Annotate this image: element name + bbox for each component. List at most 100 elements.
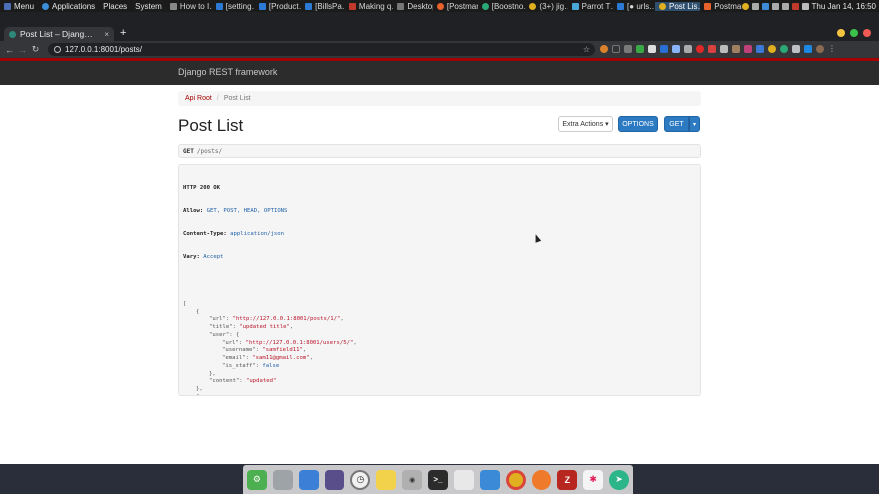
pinterest-icon[interactable] bbox=[696, 45, 704, 53]
get-format-dropdown[interactable]: ▾ bbox=[689, 116, 700, 132]
taskbar-item-2[interactable]: [Product… bbox=[255, 2, 301, 11]
extension-icon-7[interactable] bbox=[672, 45, 680, 53]
extension-icon-11[interactable] bbox=[720, 45, 728, 53]
postman-icon bbox=[704, 2, 712, 10]
json-value: "http://127.0.0.1:8001/posts/1/" bbox=[232, 316, 341, 323]
chrome-icon[interactable] bbox=[505, 469, 526, 490]
dock: ⚙ ◷ ◉ >_ Z ✱ ➤ bbox=[243, 465, 633, 494]
reload-button[interactable]: ↻ bbox=[29, 44, 42, 55]
extension-icon-5[interactable] bbox=[648, 45, 656, 53]
close-window-icon[interactable] bbox=[863, 29, 871, 37]
extension-icon-13[interactable] bbox=[744, 45, 752, 53]
extension-icon-3[interactable] bbox=[624, 45, 632, 53]
options-button[interactable]: OPTIONS bbox=[618, 116, 658, 132]
request-method: GET bbox=[183, 147, 194, 155]
breadcrumb-api-root[interactable]: Api Root bbox=[185, 95, 212, 102]
get-button[interactable]: GET bbox=[664, 116, 689, 132]
extension-icon-10[interactable] bbox=[708, 45, 716, 53]
json-line: "is_staff": false bbox=[183, 363, 696, 371]
json-value: false bbox=[262, 362, 280, 369]
os-places-menu[interactable]: Places bbox=[99, 2, 131, 11]
taskbar-item-4[interactable]: Making q… bbox=[345, 2, 393, 11]
battery-icon[interactable] bbox=[801, 2, 809, 10]
json-punct: { bbox=[235, 331, 240, 338]
json-punct: [ bbox=[183, 300, 187, 307]
filezilla-icon bbox=[348, 2, 356, 10]
drf-brand[interactable]: Django REST framework bbox=[178, 67, 277, 77]
forward-button[interactable]: → bbox=[16, 45, 29, 55]
json-punct: , bbox=[353, 339, 357, 346]
chrome-tray-icon[interactable] bbox=[741, 2, 749, 10]
minimize-icon[interactable] bbox=[837, 29, 845, 37]
browser-titlebar bbox=[0, 12, 879, 26]
address-bar[interactable]: 127.0.0.1:8001/posts/ ☆ bbox=[48, 43, 595, 56]
extra-actions-button[interactable]: Extra Actions ▾ bbox=[558, 116, 613, 132]
safari-icon[interactable] bbox=[531, 469, 552, 490]
extension-icon-4[interactable] bbox=[636, 45, 644, 53]
extension-icon-6[interactable] bbox=[660, 45, 668, 53]
json-value: "updated title" bbox=[239, 324, 290, 330]
filezilla-icon[interactable]: Z bbox=[557, 469, 578, 490]
bookmark-star-icon[interactable]: ☆ bbox=[583, 45, 590, 54]
info-icon[interactable] bbox=[54, 46, 61, 53]
taskbar-item-10[interactable]: [● urls.… bbox=[613, 2, 655, 11]
slack-icon[interactable]: ✱ bbox=[583, 469, 604, 490]
clock-icon[interactable]: ◷ bbox=[350, 469, 371, 490]
notes-icon[interactable] bbox=[376, 469, 397, 490]
terminal-icon[interactable]: >_ bbox=[428, 469, 448, 490]
taskbar-item-0[interactable]: How to I… bbox=[166, 2, 212, 11]
extension-icon-8[interactable] bbox=[684, 45, 692, 53]
json-line: "url": "http://127.0.0.1:8001/posts/1/", bbox=[183, 316, 696, 324]
taskbar-item-8[interactable]: (3+) jig… bbox=[525, 2, 568, 11]
chrome-extension-icon[interactable] bbox=[768, 45, 776, 53]
taskbar-item-5[interactable]: Desktop bbox=[393, 2, 433, 11]
response-header-vary: Vary: Accept bbox=[183, 254, 224, 261]
dropbox-icon[interactable] bbox=[761, 2, 769, 10]
taskbar-item-12[interactable]: Postman bbox=[700, 2, 742, 11]
network-icon[interactable] bbox=[771, 2, 779, 10]
maximize-icon[interactable] bbox=[850, 29, 858, 37]
taskbar-item-7[interactable]: [Boostno… bbox=[478, 2, 525, 11]
extension-icon-1[interactable] bbox=[600, 45, 608, 53]
taskbar-item-11[interactable]: Post Lis… bbox=[655, 1, 701, 11]
text-editor-icon[interactable] bbox=[453, 469, 474, 490]
extension-icon-12[interactable] bbox=[732, 45, 740, 53]
json-punct: , bbox=[309, 355, 313, 361]
kebab-menu-icon[interactable]: ⋮ bbox=[828, 45, 836, 53]
taskbar-item-6[interactable]: [Postman] bbox=[433, 2, 478, 11]
extension-icon-2[interactable] bbox=[612, 45, 620, 53]
extension-icon-14[interactable] bbox=[756, 45, 764, 53]
volume-icon[interactable] bbox=[781, 2, 789, 10]
back-button[interactable]: ← bbox=[3, 45, 16, 55]
bluetooth-icon[interactable] bbox=[751, 2, 759, 10]
menu-icon bbox=[4, 2, 11, 10]
audio-icon[interactable]: ◉ bbox=[402, 469, 423, 490]
trash-icon[interactable] bbox=[272, 469, 293, 490]
taskbar-item-1[interactable]: [setting… bbox=[212, 2, 255, 11]
extension-icon-16[interactable] bbox=[780, 45, 788, 53]
os-applications-menu[interactable]: Applications bbox=[38, 2, 99, 11]
tab-post-list[interactable]: Post List – Djang… × bbox=[4, 27, 114, 41]
puzzle-icon[interactable] bbox=[792, 45, 800, 53]
desktop-icon bbox=[397, 2, 405, 10]
profile-avatar[interactable] bbox=[816, 45, 824, 53]
screen-icon[interactable] bbox=[324, 469, 345, 490]
filezilla-tray-icon[interactable] bbox=[791, 2, 799, 10]
navigator-icon[interactable]: ➤ bbox=[609, 469, 629, 490]
json-punct: { bbox=[196, 394, 199, 395]
terminal-green-icon[interactable]: ⚙ bbox=[247, 469, 267, 490]
clock[interactable]: Thu Jan 14, 16:50 bbox=[812, 2, 877, 11]
os-menu[interactable]: Menu bbox=[0, 2, 38, 11]
vscode-icon[interactable] bbox=[479, 469, 500, 490]
extension-icon-18[interactable] bbox=[804, 45, 812, 53]
os-system-menu[interactable]: System bbox=[131, 2, 166, 11]
taskbar-item-9[interactable]: Parrot T… bbox=[568, 2, 613, 11]
files-icon[interactable] bbox=[298, 469, 319, 490]
new-tab-button[interactable]: + bbox=[120, 28, 126, 39]
close-tab-icon[interactable]: × bbox=[104, 30, 109, 39]
postman-icon bbox=[436, 2, 444, 10]
taskbar-item-3[interactable]: [BillsPa… bbox=[301, 2, 345, 11]
response-status: HTTP 200 OK bbox=[183, 184, 221, 191]
request-info: GET /posts/ bbox=[178, 144, 701, 158]
json-punct: , bbox=[289, 324, 294, 330]
